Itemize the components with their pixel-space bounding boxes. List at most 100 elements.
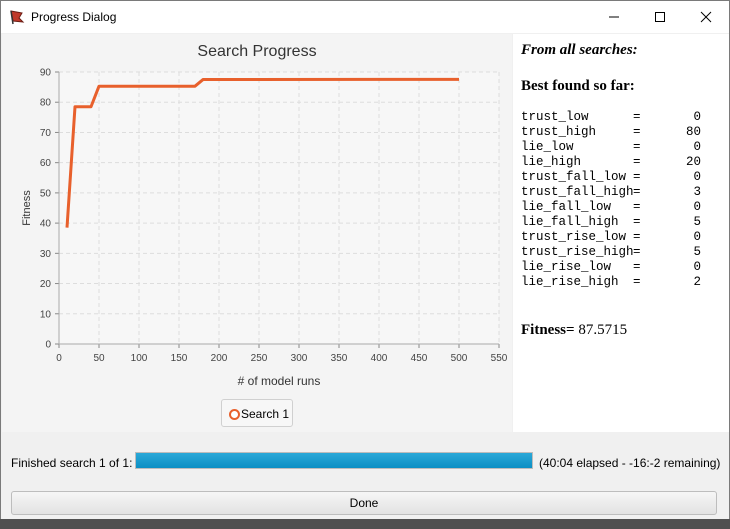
maximize-button[interactable]	[637, 1, 683, 33]
chart-title: Search Progress	[197, 43, 316, 60]
y-axis-label: Fitness	[21, 190, 33, 226]
param-value: 5	[693, 245, 701, 259]
close-button[interactable]	[683, 1, 729, 33]
param-value: 0	[693, 260, 701, 274]
chart-legend: Search 1	[221, 399, 293, 427]
param-row: trust_rise_low = 0	[521, 230, 701, 245]
x-tick-label: 50	[93, 353, 105, 364]
search-progress-chart: Search Progress 0 50 100 150 200 250 300 350 400…	[21, 43, 508, 388]
maximize-icon	[655, 12, 665, 22]
results-heading-all: From all searches:	[521, 42, 638, 58]
plot-area	[59, 72, 499, 344]
param-row: lie_low = 0	[521, 140, 701, 155]
y-tick-label: 10	[40, 309, 52, 320]
x-tick-label: 350	[331, 353, 348, 364]
progress-fill	[136, 453, 532, 468]
title-bar[interactable]: Progress Dialog	[1, 1, 729, 33]
done-button[interactable]: Done	[11, 491, 717, 515]
close-icon	[700, 11, 712, 23]
param-row: lie_fall_high = 5	[521, 215, 701, 230]
fitness-value: 87.5715	[578, 322, 628, 338]
results-heading-best: Best found so far:	[521, 78, 635, 94]
param-value: 2	[693, 275, 701, 289]
minimize-icon	[609, 16, 619, 18]
param-name: trust_fall_high	[521, 185, 634, 199]
x-tick-label: 200	[211, 353, 228, 364]
x-axis-label: # of model runs	[238, 374, 321, 388]
progress-bar	[135, 452, 533, 469]
fitness-summary: Fitness= 87.5715	[521, 322, 627, 339]
x-tick-label: 400	[371, 353, 388, 364]
param-row: trust_low = 0	[521, 110, 701, 125]
param-name: lie_high	[521, 155, 582, 169]
x-tick-label: 550	[491, 353, 508, 364]
status-label: Finished search 1 of 1:	[11, 456, 133, 470]
window-title: Progress Dialog	[31, 10, 117, 24]
param-name: trust_rise_high	[521, 245, 634, 259]
param-name: lie_low	[521, 140, 574, 154]
minimize-button[interactable]	[591, 1, 637, 33]
param-name: trust_low	[521, 110, 589, 124]
param-value: 3	[693, 185, 701, 199]
results-panel: From all searches: Best found so far: tr…	[513, 34, 729, 432]
y-tick-label: 90	[40, 68, 52, 79]
y-tick-label: 70	[40, 128, 52, 139]
param-name: trust_high	[521, 125, 597, 139]
param-name: lie_fall_high	[521, 215, 619, 229]
param-equals: =	[633, 230, 641, 244]
legend-marker-search-1	[229, 409, 240, 420]
param-row: trust_fall_high = 3	[521, 185, 701, 200]
y-tick-label: 50	[40, 188, 52, 199]
x-tick-label: 450	[411, 353, 428, 364]
param-equals: =	[633, 200, 641, 214]
param-value: 80	[685, 125, 701, 139]
param-value: 0	[693, 200, 701, 214]
y-tick-label: 20	[40, 279, 52, 290]
param-value: 20	[685, 155, 701, 169]
y-tick-label: 0	[45, 340, 51, 351]
param-equals: =	[633, 155, 641, 169]
param-equals: =	[633, 110, 641, 124]
param-row: lie_fall_low = 0	[521, 200, 701, 215]
param-equals: =	[633, 185, 641, 199]
param-row: trust_fall_low = 0	[521, 170, 701, 185]
param-name: trust_fall_low	[521, 170, 627, 184]
param-equals: =	[633, 215, 641, 229]
y-tick-label: 60	[40, 158, 52, 169]
y-tick-label: 40	[40, 219, 52, 230]
param-equals: =	[633, 260, 641, 274]
x-tick-label: 100	[131, 353, 148, 364]
x-tick-label: 300	[291, 353, 308, 364]
param-name: trust_rise_low	[521, 230, 627, 244]
param-row: lie_high = 20	[521, 155, 701, 170]
y-tick-label: 30	[40, 249, 52, 260]
x-tick-label: 250	[251, 353, 268, 364]
x-tick-label: 150	[171, 353, 188, 364]
param-equals: =	[633, 245, 641, 259]
param-name: lie_rise_high	[521, 275, 619, 289]
param-name: lie_fall_low	[521, 200, 612, 214]
x-tick-label: 0	[56, 353, 62, 364]
fitness-label: Fitness=	[521, 322, 575, 338]
param-row: lie_rise_low = 0	[521, 260, 701, 275]
param-equals: =	[633, 140, 641, 154]
param-value: 5	[693, 215, 701, 229]
param-equals: =	[633, 275, 641, 289]
param-value: 0	[693, 230, 701, 244]
param-equals: =	[633, 125, 641, 139]
background-window-strip	[0, 519, 730, 529]
param-row: trust_rise_high = 5	[521, 245, 701, 260]
param-value: 0	[693, 110, 701, 124]
param-value: 0	[693, 140, 701, 154]
y-tick-label: 80	[40, 98, 52, 109]
parameter-list: trust_low = 0 trust_high = 80 lie_low = 0 lie_…	[521, 110, 701, 290]
elapsed-text: (40:04 elapsed - -16:-2 remaining)	[539, 456, 721, 470]
param-value: 0	[693, 170, 701, 184]
legend-label-search-1: Search 1	[241, 407, 290, 421]
param-name: lie_rise_low	[521, 260, 612, 274]
param-row: lie_rise_high = 2	[521, 275, 701, 290]
x-tick-label: 500	[451, 353, 468, 364]
chart-panel: Search Progress 0 50 100 150 200 250 300 350 400…	[2, 34, 512, 432]
param-row: trust_high = 80	[521, 125, 701, 140]
param-equals: =	[633, 170, 641, 184]
